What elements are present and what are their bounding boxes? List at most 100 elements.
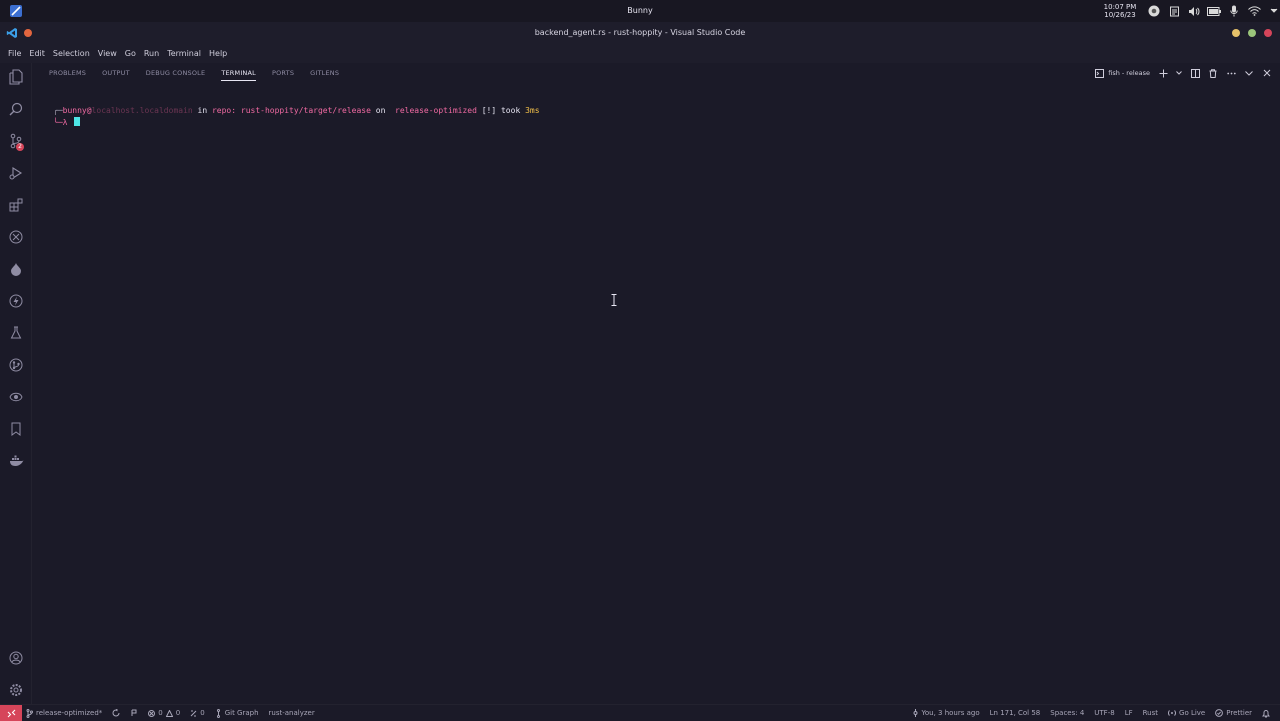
prettier-label: Prettier: [1226, 709, 1252, 717]
maximize-panel-icon[interactable]: [1244, 68, 1254, 78]
system-title: Bunny: [627, 6, 653, 15]
blame-status[interactable]: You, 3 hours ago: [912, 709, 980, 717]
cursor-position[interactable]: Ln 171, Col 58: [990, 709, 1041, 717]
add-terminal-icon[interactable]: [1158, 68, 1168, 78]
port-icon: [190, 710, 197, 716]
git-graph-status[interactable]: Git Graph: [215, 708, 259, 718]
prompt-host: localhost.localdomain: [91, 106, 193, 115]
close-icon[interactable]: [1262, 68, 1272, 78]
language-mode[interactable]: Rust: [1143, 709, 1158, 717]
end-of-line[interactable]: LF: [1125, 709, 1133, 717]
gear-icon[interactable]: [8, 682, 24, 698]
system-clock[interactable]: 10:07 PM 10/26/23: [1099, 3, 1141, 19]
run-tests-icon[interactable]: [130, 709, 138, 717]
wifi-icon[interactable]: [1247, 4, 1261, 18]
remote-explorer-icon[interactable]: [8, 229, 24, 245]
clipboard-icon[interactable]: [1167, 4, 1181, 18]
tab-output[interactable]: OUTPUT: [94, 63, 138, 83]
menu-run[interactable]: Run: [140, 44, 163, 63]
prettier-status[interactable]: Prettier: [1215, 709, 1252, 717]
menu-view[interactable]: View: [94, 44, 121, 63]
terminal-icon: [1095, 68, 1105, 78]
chevron-down-icon[interactable]: [1267, 4, 1280, 18]
ports-count: 0: [200, 709, 205, 717]
lightning-icon[interactable]: [8, 293, 24, 309]
chevron-down-icon[interactable]: [1176, 68, 1182, 78]
prompt-took: took: [496, 106, 526, 115]
tab-gitlens[interactable]: GITLENS: [302, 63, 347, 83]
ibeam-cursor-icon: [611, 294, 617, 306]
accounts-icon[interactable]: [8, 650, 24, 666]
window-title: backend_agent.rs - rust-hoppity - Visual…: [534, 28, 746, 37]
search-icon[interactable]: [8, 101, 24, 117]
branch-name: release-optimized*: [36, 709, 103, 717]
panel-tab-bar: PROBLEMS OUTPUT DEBUG CONSOLE TERMINAL P…: [33, 63, 1280, 83]
minimize-button[interactable]: [1232, 29, 1240, 37]
branch-status[interactable]: release-optimized*: [26, 708, 103, 718]
ports-status[interactable]: 0: [190, 709, 205, 717]
split-terminal-icon[interactable]: [1190, 68, 1200, 78]
encoding[interactable]: UTF-8: [1094, 709, 1114, 717]
input-line[interactable]: ╰─λ: [53, 117, 81, 128]
tab-ports[interactable]: PORTS: [264, 63, 302, 83]
git-graph-status-icon: [216, 708, 220, 718]
git-graph-icon[interactable]: [8, 357, 24, 373]
menu-terminal[interactable]: Terminal: [163, 44, 205, 63]
trash-icon[interactable]: [1208, 68, 1218, 78]
prompt-duration: 3ms: [525, 106, 540, 115]
status-right: You, 3 hours ago Ln 171, Col 58 Spaces: …: [912, 705, 1270, 721]
notifications-icon[interactable]: [1262, 709, 1270, 718]
extensions-icon[interactable]: [8, 197, 24, 213]
docker-icon[interactable]: [8, 453, 24, 469]
indentation[interactable]: Spaces: 4: [1050, 709, 1084, 717]
menu-go[interactable]: Go: [121, 44, 140, 63]
activity-bar: 2: [0, 63, 32, 704]
blame-text: You, 3 hours ago: [921, 709, 980, 717]
terminal-name: fish - release: [1108, 69, 1150, 77]
bookmark-icon[interactable]: [8, 421, 24, 437]
clock-date: 10/26/23: [1104, 11, 1136, 19]
status-bar: release-optimized* 0 0 0 Git Graph rust-…: [0, 704, 1280, 721]
terminal-selector[interactable]: fish - release: [1095, 68, 1150, 78]
source-control-badge: 2: [16, 143, 24, 151]
battery-icon[interactable]: [1207, 4, 1221, 18]
microphone-icon[interactable]: [1227, 4, 1241, 18]
testing-flask-icon[interactable]: [8, 325, 24, 341]
remote-icon: [7, 709, 15, 717]
close-window-button[interactable]: [1264, 29, 1272, 37]
terminal-area[interactable]: ╭─bunny@localhost.localdomain in repo: r…: [33, 83, 1280, 704]
panel-actions: fish - release: [1095, 63, 1272, 83]
more-actions-icon[interactable]: [1226, 68, 1236, 78]
go-live-status[interactable]: Go Live: [1168, 709, 1205, 717]
go-live-label: Go Live: [1179, 709, 1206, 717]
window-title-bar: backend_agent.rs - rust-hoppity - Visual…: [0, 22, 1280, 44]
window-controls: [1232, 29, 1272, 37]
chrome-icon[interactable]: [1147, 4, 1161, 18]
prompt-user: bunny: [62, 106, 87, 115]
volume-icon[interactable]: [1187, 4, 1201, 18]
git-commit-icon: [913, 709, 918, 717]
rust-analyzer-label: rust-analyzer: [268, 709, 315, 717]
problems-status[interactable]: 0 0: [148, 709, 180, 717]
git-graph-label: Git Graph: [224, 709, 259, 717]
menu-file[interactable]: File: [4, 44, 25, 63]
run-debug-icon[interactable]: [8, 165, 24, 181]
tab-terminal[interactable]: TERMINAL: [213, 63, 264, 83]
menu-help[interactable]: Help: [205, 44, 231, 63]
maximize-button[interactable]: [1248, 29, 1256, 37]
prompt-branch: release-optimized: [390, 106, 477, 115]
menu-selection[interactable]: Selection: [49, 44, 94, 63]
clock-time: 10:07 PM: [1103, 3, 1137, 11]
remote-button[interactable]: [0, 705, 22, 721]
rust-analyzer-status[interactable]: rust-analyzer: [269, 709, 315, 717]
tab-problems[interactable]: PROBLEMS: [41, 63, 94, 83]
gitlens-icon[interactable]: [8, 389, 24, 405]
menu-edit[interactable]: Edit: [25, 44, 49, 63]
flame-icon[interactable]: [8, 261, 24, 277]
check-circle-icon: [1215, 709, 1224, 717]
sync-icon[interactable]: [112, 709, 120, 717]
explorer-icon[interactable]: [8, 69, 24, 85]
warning-icon: [165, 709, 173, 717]
tab-debug-console[interactable]: DEBUG CONSOLE: [138, 63, 214, 83]
prompt-line: ╭─bunny@localhost.localdomain in repo: r…: [53, 106, 540, 116]
